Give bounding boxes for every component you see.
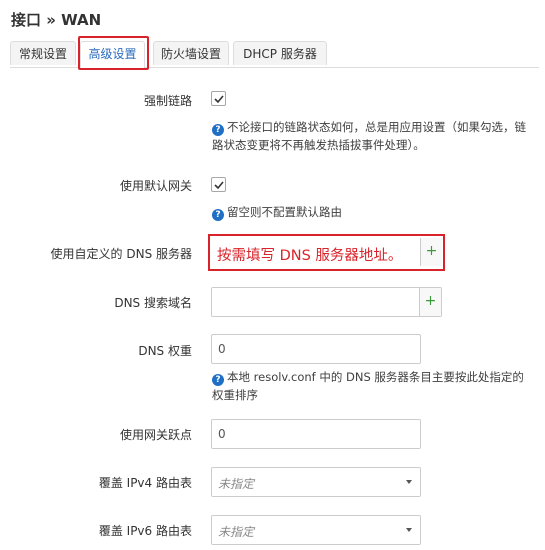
tab-dhcp[interactable]: DHCP 服务器 — [233, 41, 327, 65]
force-link-help: ? 不论接口的链路状态如何，总是用应用设置（如果勾选，链路状态变更将不再触发热插拔… — [212, 118, 532, 154]
help-icon: ? — [212, 124, 224, 136]
default-gw-help-text: 留空则不配置默认路由 — [227, 205, 342, 219]
default-gw-checkbox[interactable] — [211, 177, 226, 192]
ipv6-table-value: 未指定 — [218, 525, 255, 539]
dns-weight-help-text: 本地 resolv.conf 中的 DNS 服务器条目主要按此处指定的权重排序 — [212, 370, 524, 402]
dns-search-label: DNS 搜索域名 — [114, 296, 192, 310]
help-icon: ? — [212, 374, 224, 386]
ipv6-table-select[interactable]: 未指定 — [211, 515, 421, 545]
ipv4-table-select[interactable]: 未指定 — [211, 467, 421, 497]
default-gw-label: 使用默认网关 — [119, 179, 192, 193]
tab-general[interactable]: 常规设置 — [10, 41, 76, 65]
checkmark-icon — [214, 95, 224, 104]
ipv6-table-label: 覆盖 IPv6 路由表 — [98, 524, 192, 538]
default-gw-help: ? 留空则不配置默认路由 — [212, 203, 532, 221]
checkmark-icon — [214, 181, 224, 190]
plus-icon[interactable]: + — [419, 288, 441, 316]
chevron-down-icon — [406, 480, 412, 484]
page-title: 接口 » WAN — [11, 11, 102, 29]
plus-icon[interactable]: + — [420, 238, 442, 266]
dns-weight-input[interactable]: 0 — [211, 334, 421, 364]
ipv4-table-value: 未指定 — [218, 477, 255, 491]
gw-metric-value: 0 — [218, 427, 226, 441]
force-link-checkbox[interactable] — [211, 91, 226, 106]
chevron-down-icon — [406, 528, 412, 532]
gw-metric-label: 使用网关跃点 — [119, 428, 192, 442]
ipv4-table-label: 覆盖 IPv4 路由表 — [98, 476, 192, 490]
custom-dns-label: 使用自定义的 DNS 服务器 — [50, 247, 192, 261]
custom-dns-annotation: 按需填写 DNS 服务器地址。 — [217, 248, 403, 264]
dns-weight-help: ? 本地 resolv.conf 中的 DNS 服务器条目主要按此处指定的权重排序 — [212, 368, 534, 404]
dns-weight-label: DNS 权重 — [138, 344, 192, 358]
dns-search-input[interactable]: + — [211, 287, 442, 317]
gw-metric-input[interactable]: 0 — [211, 419, 421, 449]
tab-firewall[interactable]: 防火墙设置 — [153, 41, 229, 65]
tab-highlight-box — [78, 36, 149, 70]
dns-weight-value: 0 — [218, 342, 226, 356]
force-link-label: 强制链路 — [143, 94, 192, 108]
custom-dns-input[interactable]: 按需填写 DNS 服务器地址。 + — [208, 234, 445, 271]
help-icon: ? — [212, 209, 224, 221]
force-link-help-text: 不论接口的链路状态如何，总是用应用设置（如果勾选，链路状态变更将不再触发热插拔事… — [212, 120, 526, 152]
